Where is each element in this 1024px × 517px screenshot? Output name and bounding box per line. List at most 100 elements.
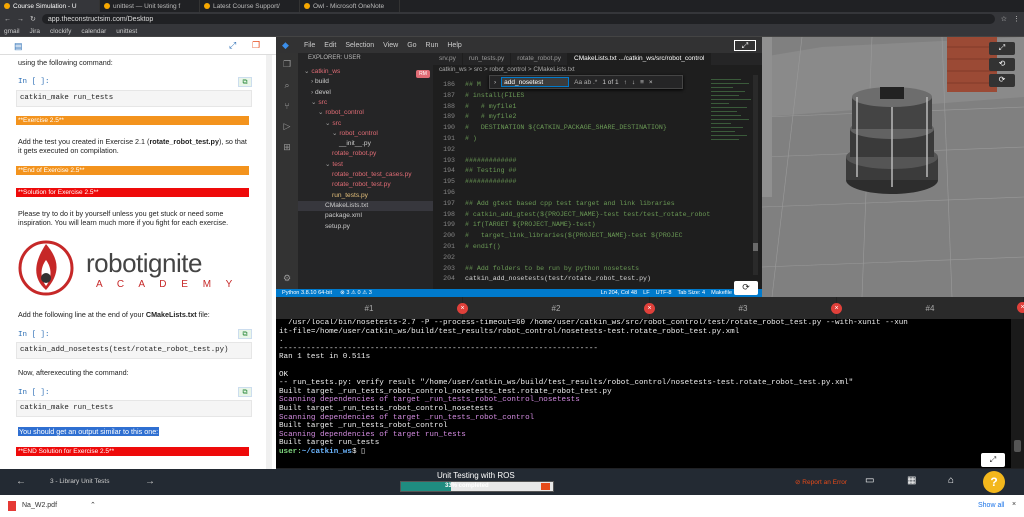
- maximize-terminal-icon[interactable]: ⤢: [981, 453, 1005, 467]
- find-input[interactable]: add_nosetest: [501, 77, 570, 87]
- bookmark-unittest[interactable]: unittest: [116, 28, 137, 35]
- minimap[interactable]: [709, 75, 759, 275]
- fullscreen-icon[interactable]: ⤢: [989, 42, 1015, 55]
- close-icon[interactable]: ×: [1012, 501, 1016, 508]
- browser-tab[interactable]: Course Simulation - U: [0, 0, 100, 12]
- maximize-ide-icon[interactable]: ⤢: [734, 40, 756, 51]
- tree-item[interactable]: rotate_robot_test.py: [298, 180, 433, 190]
- tree-item[interactable]: ⌄ catkin_ws: [298, 67, 433, 77]
- tree-item[interactable]: ⌄ test: [298, 160, 433, 170]
- popout-icon[interactable]: ❐: [252, 40, 260, 51]
- scroll-thumb[interactable]: [1014, 440, 1021, 452]
- terminal-scrollbar[interactable]: [1011, 319, 1024, 468]
- url-field[interactable]: app.theconstructsim.com/Desktop: [41, 14, 995, 24]
- unit-name[interactable]: 3 - Library Unit Tests: [50, 478, 109, 485]
- selection-icon[interactable]: ≡: [640, 79, 644, 86]
- browser-tab[interactable]: Latest Course Support/: [200, 0, 300, 12]
- arrow-down-icon[interactable]: ↓: [632, 79, 635, 86]
- status-item[interactable]: UTF-8: [656, 290, 672, 296]
- reload-sim-icon[interactable]: ⟳: [989, 74, 1015, 87]
- editor-tab[interactable]: rotate_robot.py: [511, 53, 569, 65]
- editor-tab[interactable]: run_tests.py: [463, 53, 512, 65]
- tree-item[interactable]: ⌄ src: [298, 98, 433, 108]
- chevron-right-icon[interactable]: ›: [494, 79, 496, 86]
- notebook-icon[interactable]: ▤: [14, 41, 23, 52]
- copy-icon[interactable]: ⧉: [238, 387, 252, 397]
- chevron-up-icon[interactable]: ⌃: [90, 501, 96, 509]
- code-cell[interactable]: catkin_make run_tests: [16, 90, 252, 107]
- files-icon[interactable]: ❐: [283, 59, 291, 70]
- source-control-icon[interactable]: ⑂: [284, 101, 289, 111]
- extensions-icon[interactable]: ⋮: [1013, 15, 1020, 23]
- browser-tab[interactable]: unittest — Unit testing f: [100, 0, 200, 12]
- expand-icon[interactable]: ⤢: [229, 40, 236, 51]
- terminal-tab[interactable]: × #3: [644, 297, 837, 319]
- notebook-scrollbar[interactable]: [266, 55, 272, 469]
- menu-selection[interactable]: Selection: [345, 42, 374, 49]
- prev-unit-icon[interactable]: ←: [16, 476, 26, 487]
- next-unit-icon[interactable]: →: [145, 476, 155, 487]
- close-terminal-icon[interactable]: ×: [644, 302, 655, 314]
- find-options[interactable]: Aa ab .*: [574, 79, 597, 86]
- reload-icon[interactable]: ↻: [30, 15, 36, 23]
- help-button[interactable]: ?: [983, 471, 1005, 493]
- close-icon[interactable]: ×: [649, 79, 653, 86]
- tree-item[interactable]: CMakeLists.txt: [298, 200, 433, 211]
- tree-item[interactable]: ⌄ robot_control: [298, 129, 433, 139]
- close-terminal-icon[interactable]: ×: [831, 302, 842, 314]
- tree-item[interactable]: › build: [298, 77, 433, 87]
- menu-edit[interactable]: Edit: [324, 42, 336, 49]
- terminal-tab[interactable]: #1: [276, 297, 463, 319]
- forward-icon[interactable]: →: [17, 16, 24, 23]
- tree-item[interactable]: rotate_robot.py: [298, 149, 433, 159]
- back-icon[interactable]: ←: [4, 16, 11, 23]
- code-cell[interactable]: catkin_add_nosetests(test/rotate_robot_t…: [16, 342, 252, 359]
- tree-item[interactable]: rotate_robot_test_cases.py: [298, 170, 433, 180]
- copy-icon[interactable]: ⧉: [238, 329, 252, 339]
- tree-item[interactable]: setup.py: [298, 222, 433, 232]
- show-all-link[interactable]: Show all: [978, 502, 1004, 509]
- menu-file[interactable]: File: [304, 42, 315, 49]
- tree-item[interactable]: ⌄ robot_control: [298, 108, 433, 118]
- bookmark-clockify[interactable]: clockify: [50, 28, 71, 35]
- editor-tab[interactable]: CMakeLists.txt .../catkin_ws/src/robot_c…: [568, 53, 712, 65]
- tree-item[interactable]: › devel: [298, 88, 433, 98]
- menu-run[interactable]: Run: [426, 42, 439, 49]
- copy-icon[interactable]: ⧉: [238, 77, 252, 87]
- refresh-ide-icon[interactable]: ⟳: [734, 281, 758, 295]
- extensions-icon[interactable]: ⊞: [283, 142, 291, 153]
- reset-world-icon[interactable]: ⟲: [989, 58, 1015, 71]
- terminal-tab[interactable]: × #2: [457, 297, 650, 319]
- status-item[interactable]: Makefile: [711, 290, 732, 296]
- terminal-prompt[interactable]: user:~/catkin_ws$ ▯: [279, 448, 1008, 457]
- status-item[interactable]: LF: [643, 290, 650, 296]
- terminal-output[interactable]: /usr/local/bin/nosetests-2.7 -P --proces…: [276, 319, 1011, 468]
- menu-go[interactable]: Go: [407, 42, 416, 49]
- arrow-up-icon[interactable]: ↑: [624, 79, 627, 86]
- grid-icon[interactable]: ▦: [907, 475, 916, 486]
- search-icon[interactable]: ⌕: [284, 80, 289, 91]
- run-debug-icon[interactable]: ▷: [284, 121, 291, 132]
- editor-tab[interactable]: srv.py: [433, 53, 463, 65]
- menu-view[interactable]: View: [383, 42, 398, 49]
- simulation-view[interactable]: ⤢ ⟲ ⟳: [761, 36, 1024, 298]
- report-error-link[interactable]: ⊘ Report an Error: [795, 478, 847, 486]
- download-file[interactable]: Na_W2.pdf: [22, 502, 57, 509]
- home-icon[interactable]: ⌂: [948, 475, 954, 486]
- settings-gear-icon[interactable]: ⚙: [283, 273, 291, 284]
- tree-item[interactable]: run_tests.py: [298, 191, 433, 201]
- close-terminal-icon[interactable]: ×: [457, 302, 468, 314]
- code-cell[interactable]: catkin_make run_tests: [16, 400, 252, 417]
- tree-item[interactable]: ⌄ src: [298, 119, 433, 129]
- screen-icon[interactable]: ▭: [865, 475, 874, 486]
- python-version[interactable]: Python 3.8.10 64-bit: [282, 290, 332, 296]
- star-icon[interactable]: ☆: [1001, 15, 1007, 23]
- status-item[interactable]: Ln 204, Col 48: [601, 290, 637, 296]
- terminal-tab[interactable]: × #4: [831, 297, 1024, 319]
- status-item[interactable]: Tab Size: 4: [677, 290, 705, 296]
- menu-help[interactable]: Help: [447, 42, 461, 49]
- bookmark-calendar[interactable]: calendar: [81, 28, 106, 35]
- code-area[interactable]: 186 ## M 187 # install(FILES 188 # # myfile1 1…: [433, 80, 713, 285]
- close-terminal-icon[interactable]: ×: [1017, 302, 1024, 313]
- browser-tab[interactable]: Owl - Microsoft OneNote: [300, 0, 400, 12]
